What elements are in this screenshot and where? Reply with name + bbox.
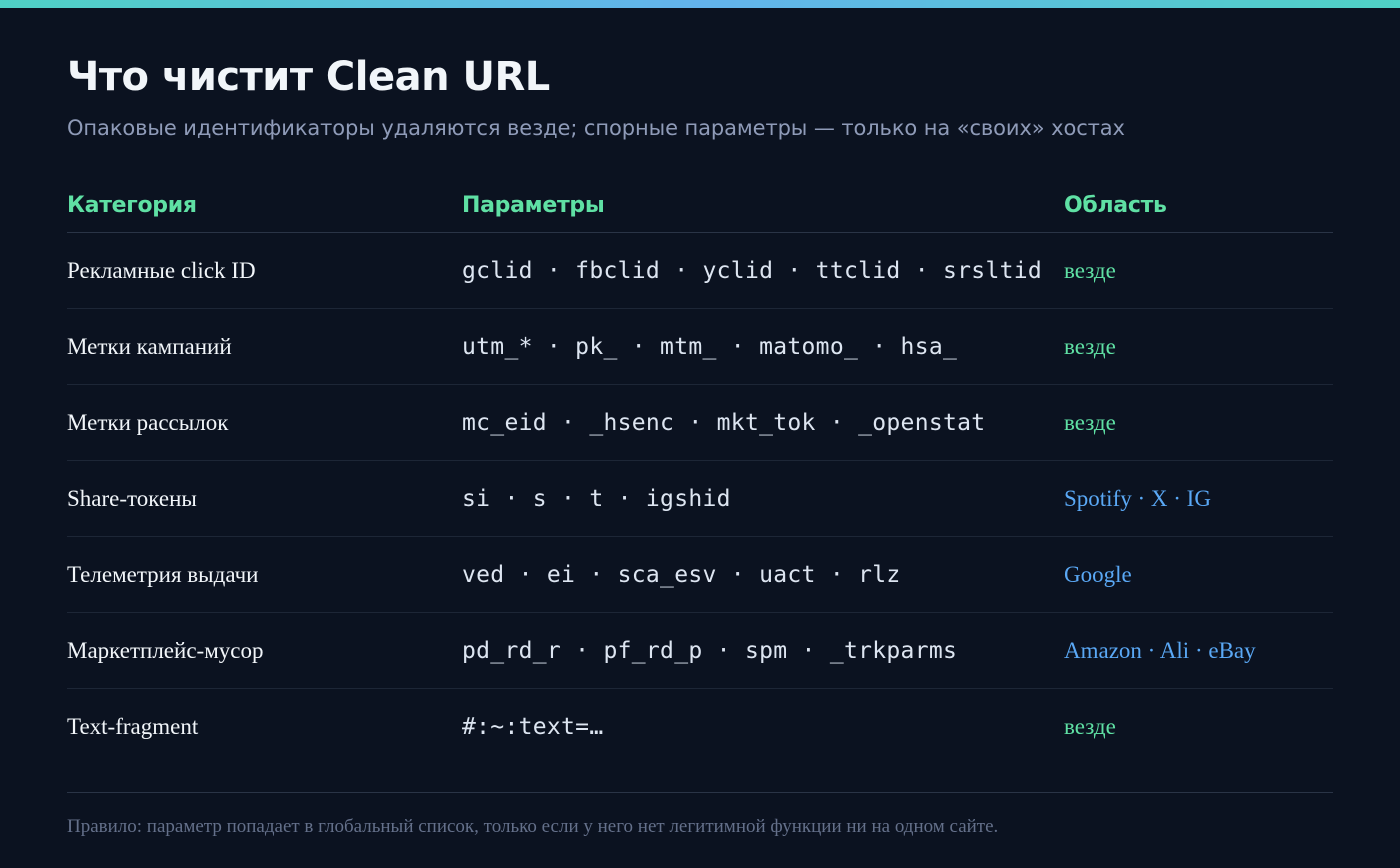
table-row: Метки рассылок mc_eid · _hsenc · mkt_tok… <box>67 385 1333 461</box>
table-row: Маркетплейс-мусор pd_rd_r · pf_rd_p · sp… <box>67 613 1333 689</box>
table-row: Share-токены si · s · t · igshid Spotify… <box>67 461 1333 537</box>
row-params: mc_eid · _hsenc · mkt_tok · _openstat <box>462 409 986 436</box>
footer-note: Правило: параметр попадает в глобальный … <box>67 816 999 837</box>
row-scope: везде <box>1064 333 1116 359</box>
row-scope: везде <box>1064 409 1116 435</box>
table-row: Телеметрия выдачи ved · ei · sca_esv · u… <box>67 537 1333 613</box>
row-category: Метки рассылок <box>67 409 229 435</box>
table-row: Text-fragment #:~:text=… везде <box>67 689 1333 765</box>
header-scope: Область <box>1064 192 1167 218</box>
row-category: Маркетплейс-мусор <box>67 637 264 663</box>
top-accent-bar <box>0 0 1400 8</box>
header-params: Параметры <box>462 192 605 218</box>
row-category: Рекламные click ID <box>67 257 256 283</box>
params-table: Категория Параметры Область Рекламные cl… <box>67 178 1333 765</box>
header-category: Категория <box>67 192 197 218</box>
footer-divider <box>67 792 1333 793</box>
table-header: Категория Параметры Область <box>67 178 1333 233</box>
table-row: Рекламные click ID gclid · fbclid · ycli… <box>67 233 1333 309</box>
row-params: pd_rd_r · pf_rd_p · spm · _trkparms <box>462 637 958 664</box>
page-subtitle: Опаковые идентификаторы удаляются везде;… <box>67 116 1125 140</box>
row-category: Share-токены <box>67 485 197 511</box>
row-scope: везде <box>1064 257 1116 283</box>
row-scope: Spotify · X · IG <box>1064 485 1211 511</box>
row-params: utm_* · pk_ · mtm_ · matomo_ · hsa_ <box>462 333 958 360</box>
row-scope: Google <box>1064 561 1132 587</box>
row-params: #:~:text=… <box>462 714 604 740</box>
row-category: Метки кампаний <box>67 333 232 359</box>
row-params: ved · ei · sca_esv · uact · rlz <box>462 561 901 588</box>
row-category: Телеметрия выдачи <box>67 561 259 587</box>
table-row: Метки кампаний utm_* · pk_ · mtm_ · mato… <box>67 309 1333 385</box>
page-title: Что чистит Clean URL <box>67 54 550 100</box>
row-params: si · s · t · igshid <box>462 485 731 512</box>
row-scope: везде <box>1064 714 1116 739</box>
row-scope: Amazon · Ali · eBay <box>1064 637 1256 663</box>
row-params: gclid · fbclid · yclid · ttclid · srslti… <box>462 257 1043 284</box>
row-category: Text-fragment <box>67 714 199 739</box>
